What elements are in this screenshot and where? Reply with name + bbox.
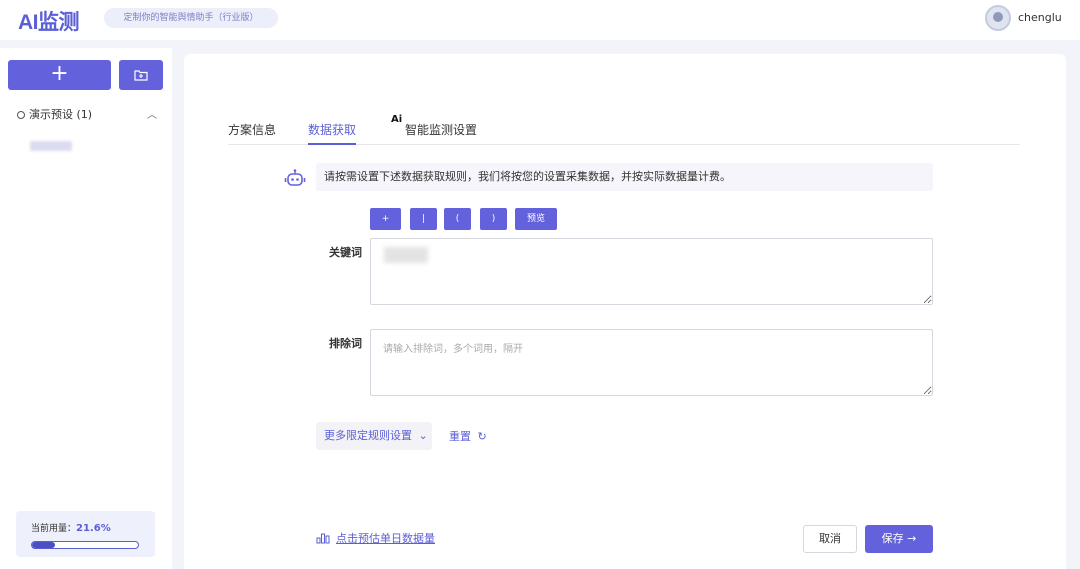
app-logo[interactable]: AI监测	[18, 6, 80, 36]
usage-value: 21.6%	[76, 523, 111, 534]
usage-progress-bar	[31, 541, 139, 549]
usage-panel: 当前用量：21.6%	[16, 511, 155, 557]
save-button[interactable]: 保存 →	[865, 525, 933, 553]
user-avatar[interactable]	[985, 5, 1011, 31]
keyword-input[interactable]	[370, 238, 933, 305]
reset-label: 重置	[449, 430, 471, 443]
preview-button[interactable]: 预览	[515, 208, 557, 230]
add-folder-button[interactable]	[119, 60, 163, 90]
refresh-icon: ↻	[477, 430, 487, 443]
tab-bar: 方案信息 数据获取 Ai 智能监测设置	[228, 114, 1020, 145]
tab-smart-monitoring-label: 智能监测设置	[405, 123, 478, 137]
bar-chart-icon	[316, 533, 330, 544]
cancel-button[interactable]: 取消	[803, 525, 857, 553]
chevron-down-icon: ⌄	[418, 429, 428, 442]
op-open-paren-button[interactable]: (	[444, 208, 471, 230]
page-title	[228, 84, 286, 102]
username[interactable]: chenglu	[1018, 11, 1062, 24]
reset-button[interactable]: 重置 ↻	[449, 428, 487, 444]
tab-plan-info[interactable]: 方案信息	[228, 121, 276, 145]
add-plan-button[interactable]: +	[8, 60, 111, 90]
usage-label: 当前用量：21.6%	[31, 523, 111, 534]
preset-group-label: 演示预设 (1)	[29, 108, 93, 121]
folder-icon	[134, 70, 148, 81]
usage-progress-fill	[32, 542, 55, 548]
estimate-link[interactable]: 点击预估单日数据量	[316, 530, 435, 546]
radio-icon	[17, 111, 25, 119]
preset-item[interactable]	[30, 141, 72, 151]
tab-data-acquisition[interactable]: 数据获取	[308, 121, 357, 145]
sidebar: + 演示预设 (1) ︿ 当前用量：21.6%	[0, 48, 172, 569]
keyword-redacted	[384, 247, 428, 263]
op-or-button[interactable]: |	[410, 208, 437, 230]
info-notice: 请按需设置下述数据获取规则，我们将按您的设置采集数据，并按实际数据量计费。	[316, 163, 933, 191]
op-plus-button[interactable]: +	[370, 208, 401, 230]
keyword-label: 关键词	[329, 246, 362, 259]
tagline-badge: 定制你的智能舆情助手（行业版）	[104, 8, 278, 28]
estimate-label: 点击预估单日数据量	[336, 532, 435, 545]
main-panel: 方案信息 数据获取 Ai 智能监测设置 请按需设置下述数据获取规则，我们将按您的设…	[184, 54, 1066, 569]
op-close-paren-button[interactable]: )	[480, 208, 507, 230]
exclude-label: 排除词	[329, 337, 362, 350]
ai-badge: Ai	[391, 114, 403, 125]
more-rules-dropdown[interactable]: 更多限定规则设置 ⌄	[316, 422, 432, 450]
more-rules-label: 更多限定规则设置	[324, 429, 412, 442]
robot-icon	[284, 169, 306, 186]
preset-group[interactable]: 演示预设 (1) ︿	[17, 106, 157, 122]
exclude-input[interactable]	[370, 329, 933, 396]
tab-smart-monitoring[interactable]: Ai 智能监测设置	[391, 114, 478, 145]
chevron-up-icon[interactable]: ︿	[147, 106, 157, 121]
top-bar: AI监测 定制你的智能舆情助手（行业版） chenglu	[0, 0, 1080, 40]
